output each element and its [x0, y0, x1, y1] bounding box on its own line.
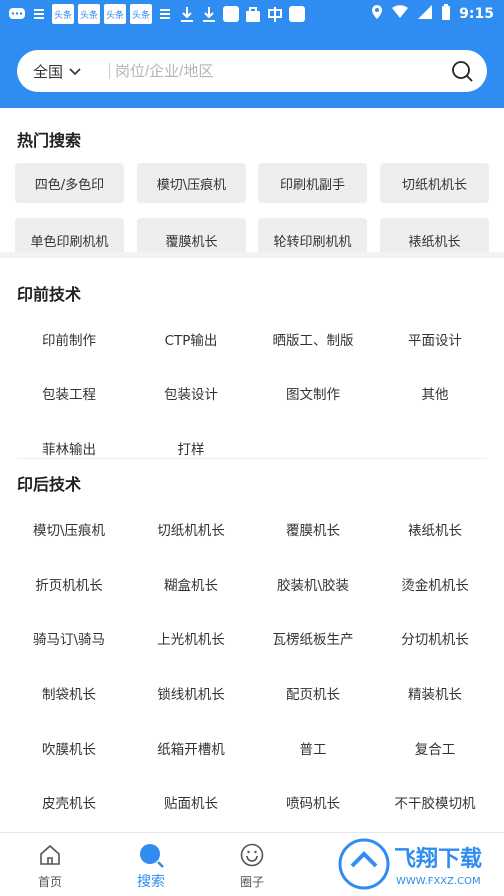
app-s-icon	[30, 4, 48, 24]
nav-home-label: 首页	[37, 875, 62, 889]
nav-search[interactable]: 搜索	[101, 833, 201, 896]
category-item[interactable]: 吹膜机长	[8, 738, 130, 758]
category-item[interactable]: 平面设计	[374, 329, 496, 349]
category-item[interactable]: 包装工程	[8, 383, 130, 403]
hot-search-chip[interactable]: 四色/多色印	[15, 163, 124, 203]
download-icon	[200, 4, 218, 24]
app-square-icon	[222, 4, 240, 24]
category-item[interactable]: 胶装机\胶装	[252, 574, 374, 594]
category-item[interactable]: 复合工	[374, 738, 496, 758]
nav-circle-label: 圈子	[239, 875, 264, 889]
category-item[interactable]: CTP输出	[130, 329, 252, 349]
news-badge: 头条	[78, 4, 101, 24]
category-item[interactable]: 不干胶模切机	[374, 792, 496, 812]
nav-home[interactable]: 首页	[0, 833, 100, 896]
app-s-icon	[156, 4, 174, 24]
circle-icon	[240, 843, 264, 867]
hot-search-title: 热门搜索	[17, 131, 82, 150]
category-item[interactable]: 印前制作	[8, 329, 130, 349]
hot-search-chip[interactable]: 印刷机副手	[258, 163, 367, 203]
category-item[interactable]: 精装机长	[374, 683, 496, 703]
chevron-down-icon	[69, 67, 81, 75]
category-item[interactable]: 骑马订\骑马	[8, 628, 130, 648]
category-item[interactable]: 图文制作	[252, 383, 374, 403]
watermark-url: WWW.FXXZ.COM	[396, 876, 481, 887]
hot-search-chip[interactable]: 覆膜机长	[137, 218, 246, 254]
category-item[interactable]: 纸箱开槽机	[130, 738, 252, 758]
region-label: 全国	[33, 63, 64, 81]
hot-search-chip[interactable]: 单色印刷机机	[15, 218, 124, 254]
search-input[interactable]	[113, 58, 443, 84]
hot-search-chip[interactable]: 裱纸机长	[380, 218, 489, 254]
app-logo-icon	[266, 4, 284, 24]
category-item[interactable]: 普工	[252, 738, 374, 758]
category-item[interactable]: 配页机长	[252, 683, 374, 703]
category-item[interactable]: 皮壳机长	[8, 792, 130, 812]
category-item[interactable]: 糊盒机长	[130, 574, 252, 594]
category-item[interactable]: 折页机机长	[8, 574, 130, 594]
hot-search-chip[interactable]: 切纸机机长	[380, 163, 489, 203]
category-item[interactable]: 烫金机机长	[374, 574, 496, 594]
nav-search-label: 搜索	[137, 874, 165, 890]
category-item[interactable]: 制袋机长	[8, 683, 130, 703]
home-icon	[40, 844, 60, 865]
category-item[interactable]: 晒版工、制版	[252, 329, 374, 349]
postpress-title: 印后技术	[17, 475, 82, 494]
wifi-icon	[391, 5, 409, 23]
search-icon	[140, 844, 164, 868]
divider	[109, 63, 110, 79]
download-icon	[178, 4, 196, 24]
news-badge: 头条	[52, 4, 75, 24]
status-bar: 头条 头条 头条 头条 9:15	[0, 0, 504, 30]
header: 头条 头条 头条 头条 9:15 全国 岗位/企业/地区	[0, 0, 504, 108]
location-icon	[371, 4, 383, 24]
news-badge: 头条	[130, 4, 153, 24]
search-icon[interactable]	[451, 60, 473, 82]
category-item[interactable]: 打样	[130, 438, 252, 458]
category-item[interactable]: 分切机机长	[374, 628, 496, 648]
battery-icon	[441, 4, 451, 24]
category-item[interactable]: 包装设计	[130, 383, 252, 403]
region-selector[interactable]: 全国	[33, 61, 81, 82]
nav-circle[interactable]: 圈子	[202, 833, 302, 896]
category-item[interactable]: 喷码机长	[252, 792, 374, 812]
category-item[interactable]: 贴面机长	[130, 792, 252, 812]
category-item[interactable]: 模切\压痕机	[8, 519, 130, 539]
app-square-icon	[288, 4, 306, 24]
category-item[interactable]: 其他	[374, 383, 496, 403]
signal-icon	[417, 4, 433, 24]
chat-icon	[8, 4, 26, 24]
clock-time: 9:15	[459, 6, 494, 22]
category-item[interactable]: 上光机机长	[130, 628, 252, 648]
watermark-logo: 飞翔下载 WWW.FXXZ.COM	[338, 838, 498, 892]
category-item[interactable]: 瓦楞纸板生产	[252, 628, 374, 648]
category-item[interactable]: 菲林输出	[8, 438, 130, 458]
category-item[interactable]: 锁线机机长	[130, 683, 252, 703]
prepress-title: 印前技术	[17, 285, 82, 304]
watermark-text: 飞翔下载	[394, 846, 482, 872]
hot-search-chip[interactable]: 轮转印刷机机	[258, 218, 367, 254]
search-bar[interactable]: 全国	[17, 50, 487, 92]
category-item[interactable]: 覆膜机长	[252, 519, 374, 539]
hot-search-chip[interactable]: 模切\压痕机	[137, 163, 246, 203]
section-divider	[0, 252, 504, 258]
category-item[interactable]: 裱纸机长	[374, 519, 496, 539]
category-item[interactable]: 切纸机机长	[130, 519, 252, 539]
news-badge: 头条	[104, 4, 127, 24]
bag-icon	[244, 4, 262, 24]
divider	[17, 458, 487, 459]
